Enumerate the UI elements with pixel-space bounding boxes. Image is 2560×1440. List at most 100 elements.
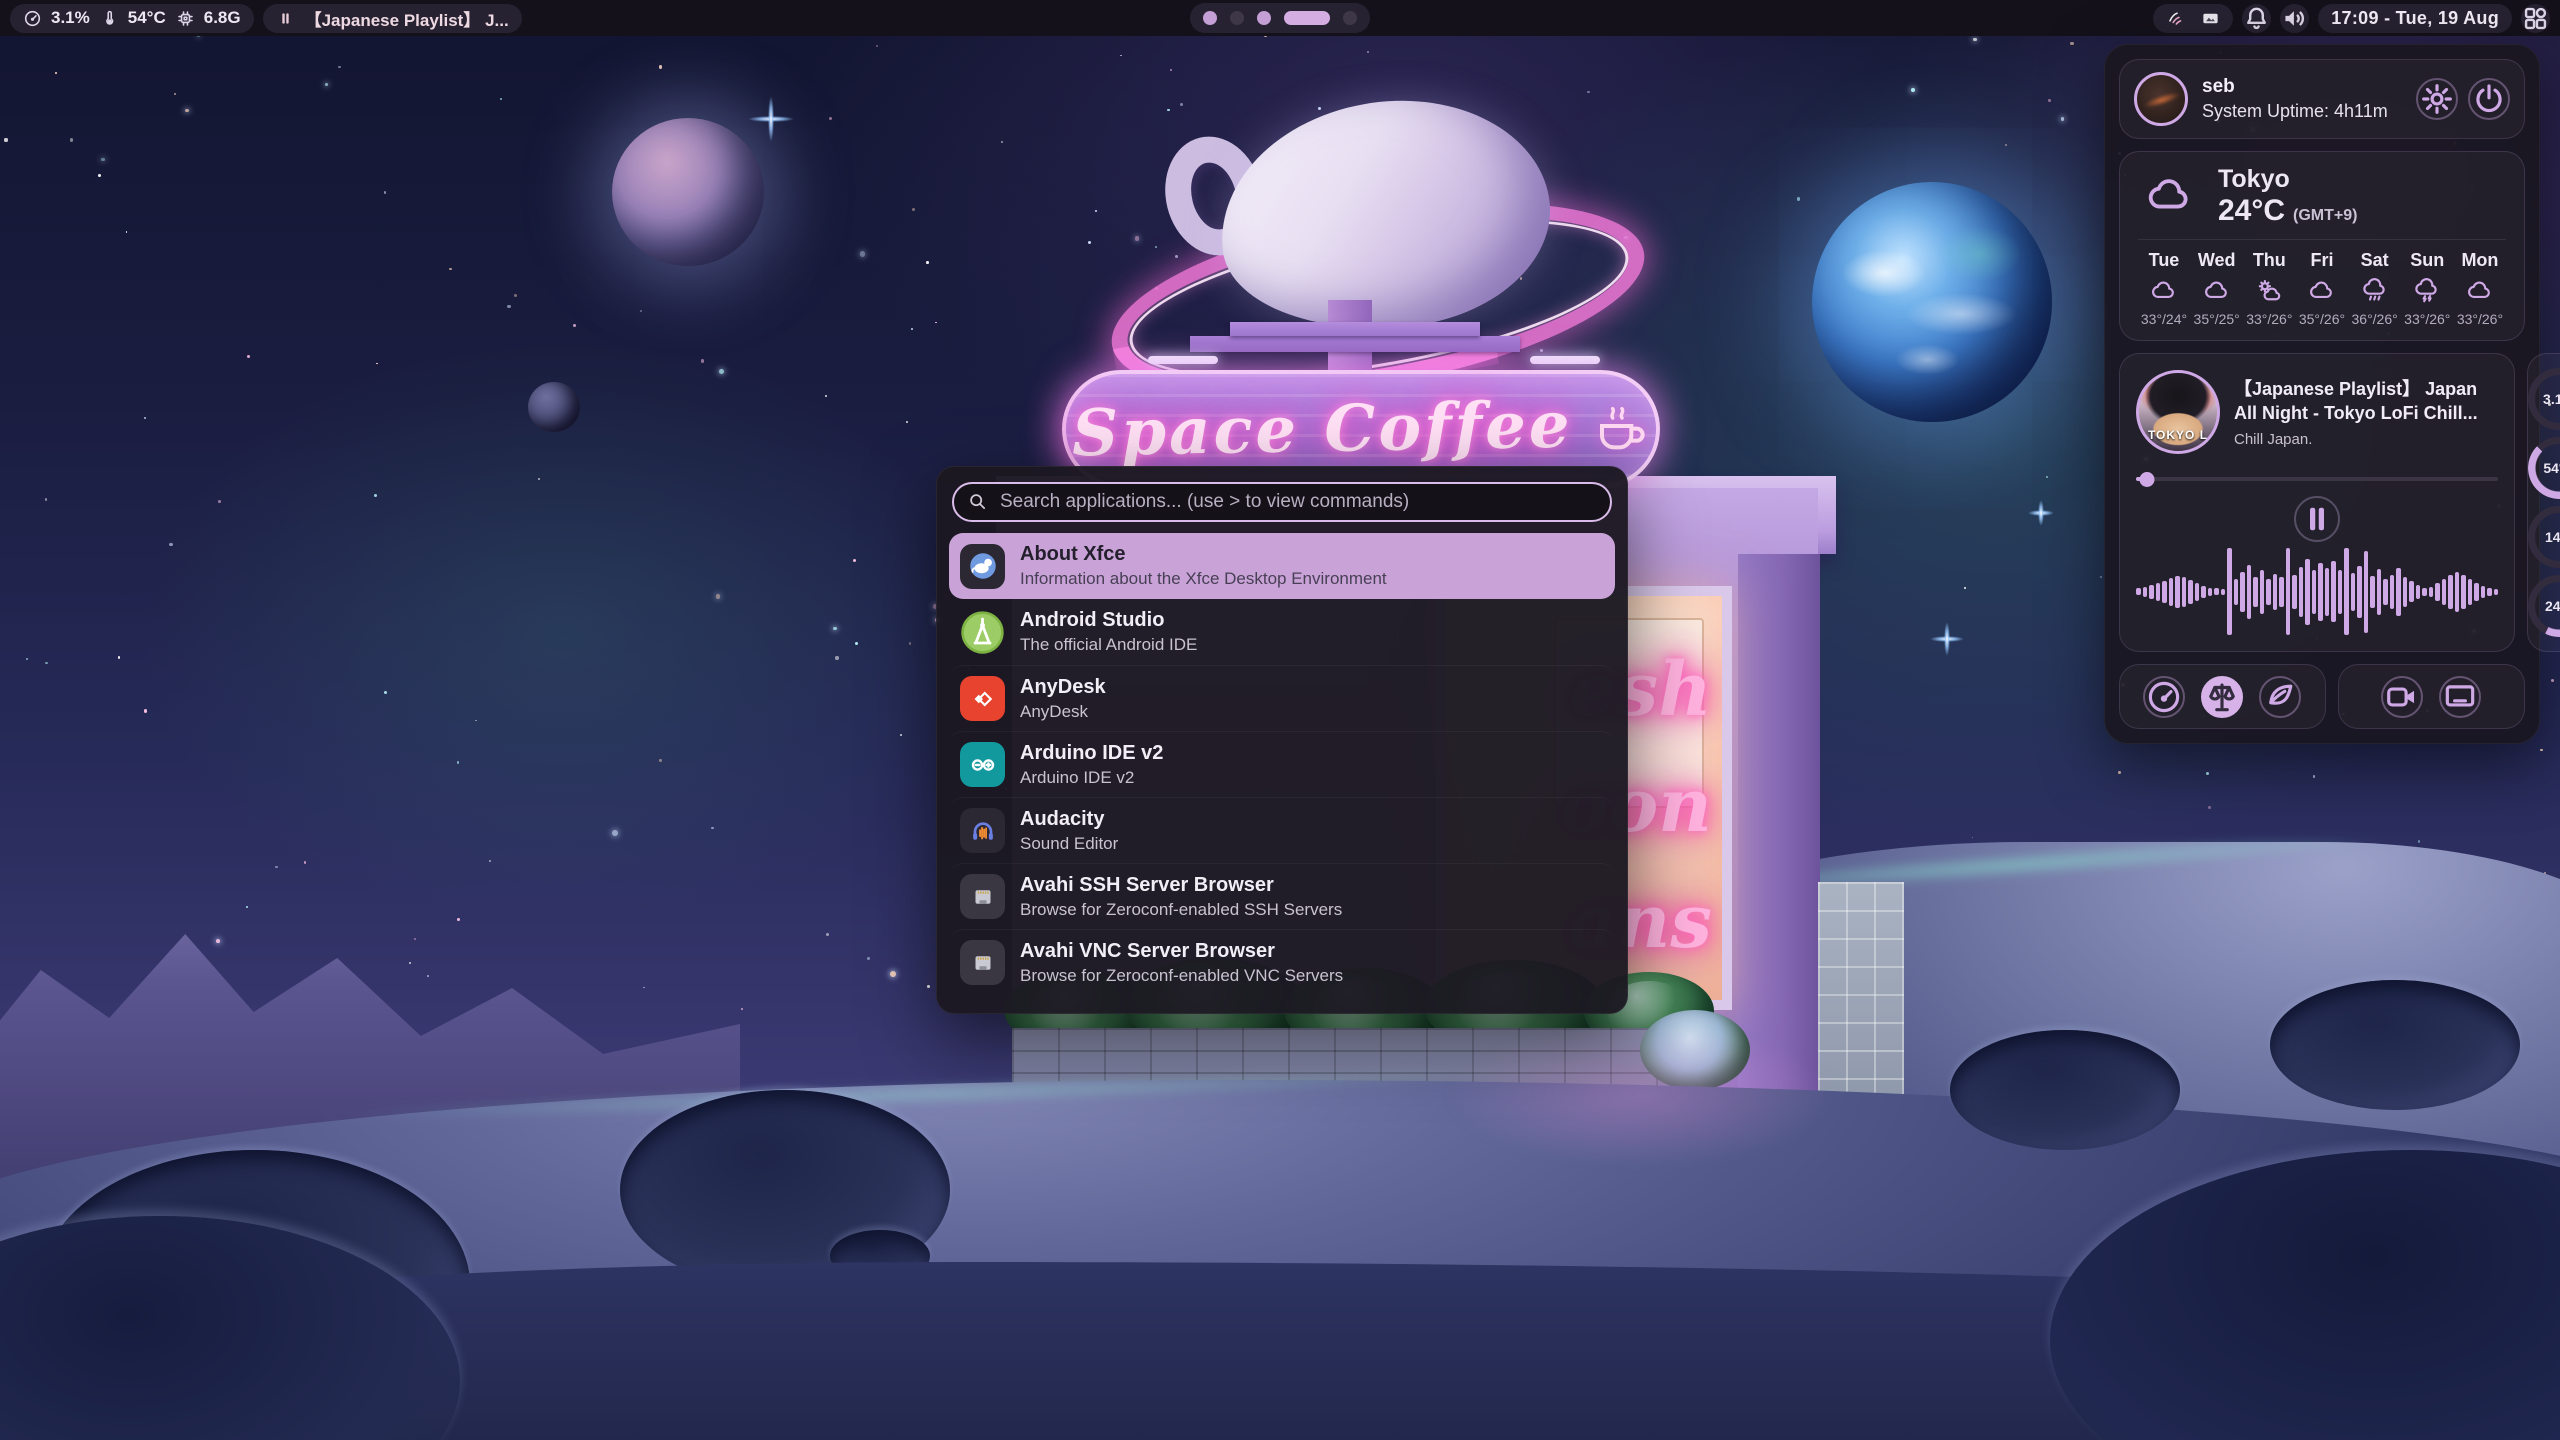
visualizer-bar (2338, 570, 2343, 614)
forecast-day-name: Sun (2410, 250, 2444, 271)
visualizer-bar (2260, 570, 2265, 614)
star (169, 543, 172, 546)
star (2046, 476, 2049, 479)
star (304, 861, 307, 864)
star (2048, 99, 2050, 101)
visualizer-bar (2396, 568, 2401, 617)
visualizer-bar (2429, 587, 2434, 597)
capture-button[interactable] (2381, 676, 2423, 718)
app-icon (960, 874, 1005, 919)
workspace-dot[interactable] (1343, 11, 1357, 25)
workspace-dot[interactable] (1230, 11, 1244, 25)
tray-icon[interactable] (2201, 9, 2220, 28)
track-title: 【Japanese Playlist】 Japan All Night - To… (2234, 377, 2498, 426)
play-pause-button[interactable] (2294, 496, 2340, 542)
app-list-item[interactable]: Android Studio The official Android IDE (949, 599, 1615, 665)
star (409, 962, 411, 964)
pause-icon (2296, 498, 2338, 540)
app-list-item[interactable]: Audacity Sound Editor (949, 797, 1615, 863)
star (275, 866, 277, 868)
crater (1950, 1030, 2180, 1150)
volume-button[interactable] (2280, 4, 2309, 33)
capture-button[interactable] (2439, 676, 2481, 718)
power-icon (2470, 80, 2508, 118)
star (716, 594, 721, 599)
workspace-dot[interactable] (1284, 11, 1330, 25)
visualizer-bar (2351, 573, 2356, 611)
system-stats-pill[interactable]: 3.1% 54°C 6.8G (10, 4, 254, 33)
system-gauge: 14% (2528, 506, 2560, 568)
star (338, 66, 340, 68)
app-list-item[interactable]: About Xfce Information about the Xfce De… (949, 533, 1615, 599)
visualizer-bar (2247, 565, 2252, 619)
star (867, 957, 870, 960)
forecast-temps: 33°/26° (2404, 311, 2450, 327)
notifications-button[interactable] (2242, 4, 2271, 33)
app-description: AnyDesk (1020, 702, 1106, 722)
power-profile-button[interactable] (2201, 676, 2243, 718)
star (826, 933, 829, 936)
workspace-dot[interactable] (1203, 11, 1217, 25)
seek-bar[interactable] (2136, 472, 2498, 486)
search-icon (967, 491, 988, 512)
visualizer-bar (2383, 579, 2388, 605)
media-status-pill[interactable]: 【Japanese Playlist】 J... (263, 4, 522, 33)
visualizer-bar (2292, 575, 2297, 610)
power-profile-icon (2203, 678, 2241, 716)
app-list-item[interactable]: Avahi VNC Server Browser Browse for Zero… (949, 929, 1615, 995)
visualizer-bar (2240, 572, 2245, 611)
visualizer-bar (2227, 548, 2232, 635)
visualizer-bar (2162, 581, 2167, 604)
star (741, 1008, 744, 1011)
app-list-item[interactable]: Arduino IDE v2 Arduino IDE v2 (949, 731, 1615, 797)
star (1972, 837, 1974, 839)
star (906, 421, 908, 423)
forecast-day-name: Tue (2149, 250, 2180, 271)
star (876, 45, 878, 47)
settings-button[interactable] (2416, 78, 2458, 120)
star (927, 985, 930, 988)
seek-knob[interactable] (2139, 472, 2154, 487)
forecast-temps: 35°/26° (2299, 311, 2345, 327)
forecast-temps: 35°/25° (2194, 311, 2240, 327)
clock[interactable]: 17:09 - Tue, 19 Aug (2318, 4, 2512, 33)
purple-planet (612, 118, 764, 266)
star (1964, 587, 1966, 589)
star (457, 761, 460, 764)
app-name: AnyDesk (1020, 676, 1106, 699)
visualizer-bar (2136, 588, 2141, 595)
star (643, 987, 645, 989)
visualizer-bar (2299, 567, 2304, 618)
power-button[interactable] (2468, 78, 2510, 120)
pause-icon (276, 9, 295, 28)
power-profile-button[interactable] (2259, 676, 2301, 718)
star (2418, 840, 2420, 842)
visualizer-bar (2364, 551, 2369, 634)
workspace-switcher[interactable] (1190, 3, 1370, 33)
system-tray[interactable] (2153, 4, 2233, 33)
tray-icon[interactable] (2166, 9, 2185, 28)
app-list-item[interactable]: Avahi SSH Server Browser Browse for Zero… (949, 863, 1615, 929)
star (374, 494, 377, 497)
app-list: About Xfce Information about the Xfce De… (937, 531, 1627, 1013)
app-icon (960, 808, 1005, 853)
star (2551, 679, 2554, 682)
star (2070, 42, 2073, 45)
stat-value: 3.1% (51, 8, 90, 28)
overview-button[interactable] (2521, 4, 2550, 33)
visualizer-bar (2448, 575, 2453, 610)
forecast-temps: 33°/26° (2457, 311, 2503, 327)
system-gauge: 24% (2528, 575, 2560, 637)
workspace-dot[interactable] (1257, 11, 1271, 25)
sparkle-star (1930, 622, 1964, 656)
forecast-weather-icon (2149, 278, 2179, 304)
power-profile-icon (2261, 678, 2299, 716)
power-profile-icon (2145, 678, 2183, 716)
forecast-day: Mon 33°/26° (2454, 250, 2506, 327)
user-card: seb System Uptime: 4h11m (2119, 59, 2525, 139)
small-planet (528, 382, 580, 432)
power-profile-button[interactable] (2143, 676, 2185, 718)
app-list-item[interactable]: AnyDesk AnyDesk (949, 665, 1615, 731)
forecast-day: Fri 35°/26° (2296, 250, 2348, 327)
search-input[interactable] (952, 482, 1612, 522)
